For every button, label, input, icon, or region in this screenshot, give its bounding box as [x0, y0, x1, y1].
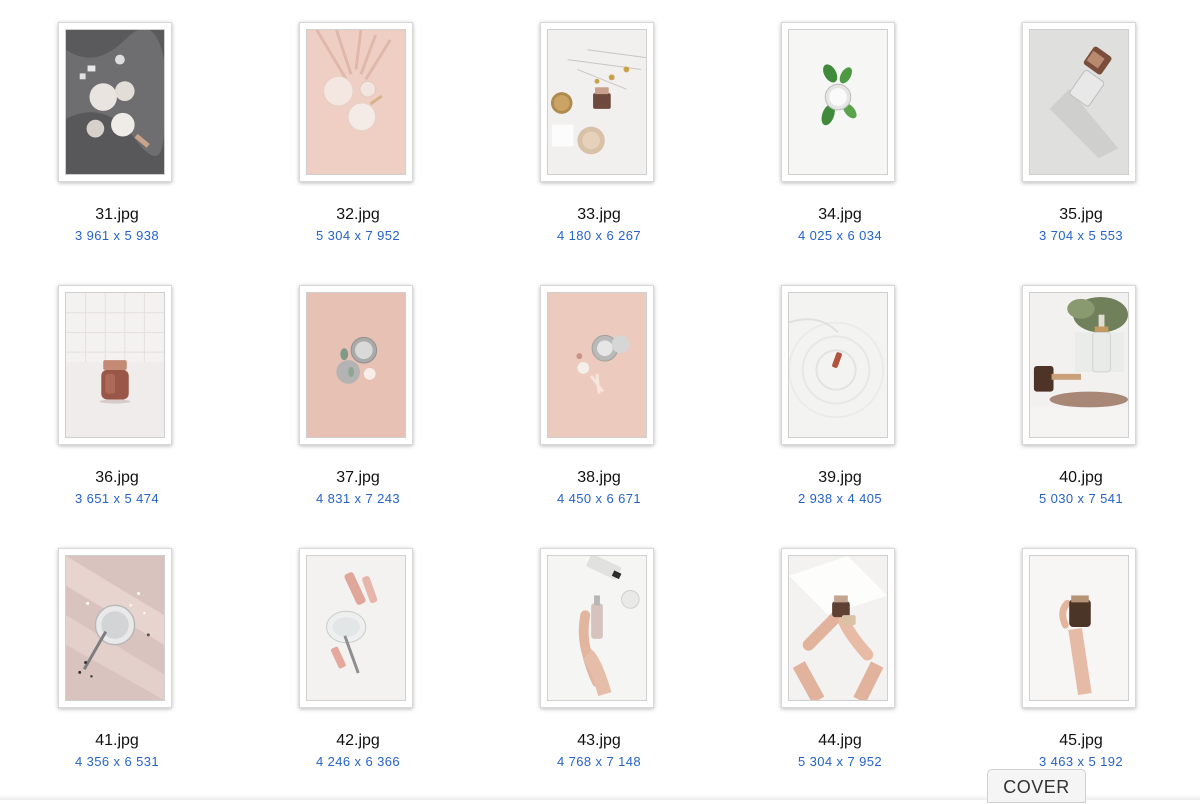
- image-thumbnail[interactable]: [547, 292, 647, 438]
- thumbnail-frame[interactable]: [1022, 548, 1136, 708]
- thumbnail-frame[interactable]: [299, 548, 413, 708]
- image-thumbnail[interactable]: [1029, 29, 1129, 175]
- image-thumbnail[interactable]: [65, 555, 165, 701]
- file-name: 35.jpg: [1059, 206, 1103, 223]
- image-thumbnail[interactable]: [306, 29, 406, 175]
- image-thumbnail[interactable]: [306, 292, 406, 438]
- file-dimensions: 4 246 x 6 366: [316, 754, 400, 769]
- file-name: 33.jpg: [577, 206, 621, 223]
- image-thumbnail[interactable]: [1029, 292, 1129, 438]
- file-dimensions: 5 304 x 7 952: [316, 228, 400, 243]
- file-name: 43.jpg: [577, 732, 621, 749]
- file-name: 38.jpg: [577, 469, 621, 486]
- thumbnail-frame[interactable]: [299, 22, 413, 182]
- file-dimensions: 4 180 x 6 267: [557, 228, 641, 243]
- file-dimensions: 2 938 x 4 405: [798, 491, 882, 506]
- image-thumbnail[interactable]: [65, 29, 165, 175]
- file-name: 34.jpg: [818, 206, 862, 223]
- file-name: 37.jpg: [336, 469, 380, 486]
- image-thumbnail[interactable]: [306, 555, 406, 701]
- file-dimensions: 5 030 x 7 541: [1039, 491, 1123, 506]
- file-dimensions: 4 025 x 6 034: [798, 228, 882, 243]
- file-name: 45.jpg: [1059, 732, 1103, 749]
- thumbnail-frame[interactable]: [58, 285, 172, 445]
- file-name: 31.jpg: [95, 206, 139, 223]
- thumbnail-frame[interactable]: [540, 548, 654, 708]
- thumbnail-frame[interactable]: [781, 285, 895, 445]
- file-name: 41.jpg: [95, 732, 139, 749]
- image-thumbnail[interactable]: [788, 292, 888, 438]
- thumbnail-frame[interactable]: [1022, 285, 1136, 445]
- thumbnail-frame[interactable]: [781, 22, 895, 182]
- file-name: 44.jpg: [818, 732, 862, 749]
- file-dimensions: 3 463 x 5 192: [1039, 754, 1123, 769]
- file-dimensions: 3 651 x 5 474: [75, 491, 159, 506]
- image-thumbnail[interactable]: [65, 292, 165, 438]
- file-dimensions: 3 704 x 5 553: [1039, 228, 1123, 243]
- file-dimensions: 4 768 x 7 148: [557, 754, 641, 769]
- file-name: 40.jpg: [1059, 469, 1103, 486]
- file-dimensions: 4 450 x 6 671: [557, 491, 641, 506]
- cover-tab[interactable]: COVER: [987, 769, 1086, 803]
- thumbnail-frame[interactable]: [58, 548, 172, 708]
- file-dimensions: 4 356 x 6 531: [75, 754, 159, 769]
- image-thumbnail[interactable]: [788, 29, 888, 175]
- thumbnail-frame[interactable]: [540, 285, 654, 445]
- image-thumbnail[interactable]: [788, 555, 888, 701]
- thumbnail-grid: 31.jpg 3 961 x 5 938 32.jpg 5 304 x 7 95…: [0, 0, 1200, 800]
- thumbnail-frame[interactable]: [299, 285, 413, 445]
- file-name: 36.jpg: [95, 469, 139, 486]
- file-dimensions: 3 961 x 5 938: [75, 228, 159, 243]
- thumbnail-frame[interactable]: [58, 22, 172, 182]
- file-name: 32.jpg: [336, 206, 380, 223]
- image-thumbnail[interactable]: [547, 555, 647, 701]
- thumbnail-frame[interactable]: [1022, 22, 1136, 182]
- file-dimensions: 5 304 x 7 952: [798, 754, 882, 769]
- thumbnail-frame[interactable]: [781, 548, 895, 708]
- file-name: 39.jpg: [818, 469, 862, 486]
- thumbnail-frame[interactable]: [540, 22, 654, 182]
- file-dimensions: 4 831 x 7 243: [316, 491, 400, 506]
- image-thumbnail[interactable]: [1029, 555, 1129, 701]
- file-name: 42.jpg: [336, 732, 380, 749]
- image-thumbnail[interactable]: [547, 29, 647, 175]
